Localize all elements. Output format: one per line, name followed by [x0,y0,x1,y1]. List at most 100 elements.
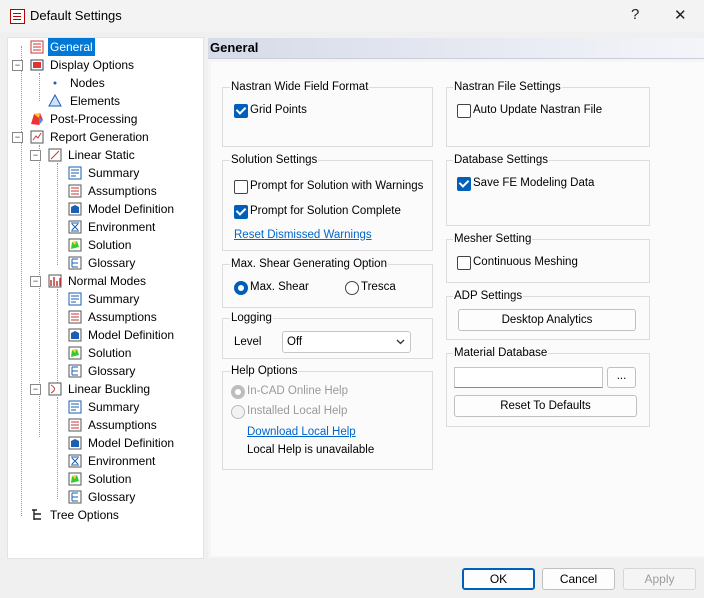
tree-item-glossary[interactable]: Glossary [66,362,137,380]
window-title: Default Settings [30,8,122,23]
node-dot-icon [53,81,57,85]
save-fe-modeling-label: Save FE Modeling Data [473,177,595,189]
apply-button[interactable]: Apply [623,568,696,590]
solution-icon [68,238,82,252]
tree-item-summary[interactable]: Summary [66,398,141,416]
in-cad-online-help-radio[interactable] [231,385,245,399]
tree-item-glossary[interactable]: Glossary [66,254,137,272]
glossary-icon [68,364,82,378]
tree-item-general[interactable]: General [28,38,95,56]
browse-button[interactable]: ... [607,367,636,388]
title-bar: Default Settings ? ✕ [0,0,704,32]
tree-item-model-definition[interactable]: Model Definition [66,434,176,452]
in-cad-online-help-label: In-CAD Online Help [247,385,348,397]
tree-item-post-processing[interactable]: Post-Processing [28,110,139,128]
tree-item-display-options[interactable]: − Display Options [10,56,136,74]
settings-tree: General − Display Options Nodes Elements… [7,37,204,559]
group-title: Mesher Setting [453,233,533,245]
group-title: Solution Settings [230,154,319,166]
logging-level-label: Level [234,336,262,348]
grid-points-checkbox[interactable] [234,104,248,118]
tree-item-elements[interactable]: Elements [48,92,122,110]
group-title: Material Database [453,347,549,359]
tree-item-assumptions[interactable]: Assumptions [66,308,159,326]
panel-title: General [210,40,259,55]
normal-modes-icon [48,274,62,288]
reset-dismissed-warnings-link[interactable]: Reset Dismissed Warnings [234,229,372,241]
ok-button[interactable]: OK [462,568,535,590]
close-button[interactable]: ✕ [674,6,687,24]
tree-item-linear-buckling[interactable]: − Linear Buckling [28,380,152,398]
panel-header [208,38,704,59]
desktop-analytics-button[interactable]: Desktop Analytics [458,309,636,331]
tree-item-model-definition[interactable]: Model Definition [66,326,176,344]
installed-local-help-label: Installed Local Help [247,405,348,417]
solution-icon [68,472,82,486]
tree-item-model-definition[interactable]: Model Definition [66,200,176,218]
installed-local-help-radio[interactable] [231,405,245,419]
chevron-down-icon [396,339,405,345]
tresca-radio[interactable] [345,281,359,295]
continuous-meshing-label: Continuous Meshing [473,256,578,268]
logging-level-select[interactable]: Off [282,331,411,353]
summary-icon [68,400,82,414]
tree-item-assumptions[interactable]: Assumptions [66,182,159,200]
save-fe-modeling-checkbox[interactable] [457,177,471,191]
auto-update-nastran-label: Auto Update Nastran File [473,104,603,116]
group-title: Nastran File Settings [453,81,562,93]
assumptions-icon [68,418,82,432]
group-title: ADP Settings [453,290,524,302]
group-title: Logging [230,312,273,324]
tree-item-tree-options[interactable]: Tree Options [28,506,121,524]
collapse-icon[interactable]: − [12,60,23,71]
environment-icon [68,220,82,234]
tree-item-nodes[interactable]: Nodes [48,74,107,92]
model-definition-icon [68,202,82,216]
cancel-button[interactable]: Cancel [542,568,615,590]
tree-item-glossary[interactable]: Glossary [66,488,137,506]
linear-buckling-icon [48,382,62,396]
continuous-meshing-checkbox[interactable] [457,256,471,270]
collapse-icon[interactable]: − [30,384,41,395]
tree-item-summary[interactable]: Summary [66,290,141,308]
group-title: Nastran Wide Field Format [230,81,370,93]
max-shear-label: Max. Shear [250,281,309,293]
tree-item-environment[interactable]: Environment [66,218,157,236]
tree-item-report-generation[interactable]: − Report Generation [10,128,151,146]
model-definition-icon [68,436,82,450]
collapse-icon[interactable]: − [12,132,23,143]
tree-item-linear-static[interactable]: − Linear Static [28,146,137,164]
post-processing-icon [31,113,43,125]
app-icon [10,9,25,24]
prompt-complete-label: Prompt for Solution Complete [250,205,401,217]
general-settings-icon [30,40,44,54]
report-generation-icon [30,130,44,144]
prompt-warnings-checkbox[interactable] [234,180,248,194]
help-button[interactable]: ? [631,6,639,23]
group-title: Help Options [230,365,299,377]
solution-icon [68,346,82,360]
tree-item-solution[interactable]: Solution [66,470,133,488]
download-local-help-link[interactable]: Download Local Help [247,426,356,438]
element-triangle-icon [48,94,62,107]
model-definition-icon [68,328,82,342]
tree-item-assumptions[interactable]: Assumptions [66,416,159,434]
assumptions-icon [68,310,82,324]
tree-item-solution[interactable]: Solution [66,344,133,362]
group-title: Max. Shear Generating Option [230,258,388,270]
reset-to-defaults-button[interactable]: Reset To Defaults [454,395,637,417]
local-help-status: Local Help is unavailable [247,444,375,456]
display-options-icon [30,59,44,71]
auto-update-nastran-checkbox[interactable] [457,104,471,118]
collapse-icon[interactable]: − [30,150,41,161]
tree-item-normal-modes[interactable]: − Normal Modes [28,272,148,290]
max-shear-radio[interactable] [234,281,248,295]
collapse-icon[interactable]: − [30,276,41,287]
summary-icon [68,292,82,306]
database-settings-group [446,160,650,226]
tree-item-summary[interactable]: Summary [66,164,141,182]
tree-item-environment[interactable]: Environment [66,452,157,470]
material-database-path-input[interactable] [454,367,603,388]
tree-item-solution[interactable]: Solution [66,236,133,254]
prompt-complete-checkbox[interactable] [234,205,248,219]
